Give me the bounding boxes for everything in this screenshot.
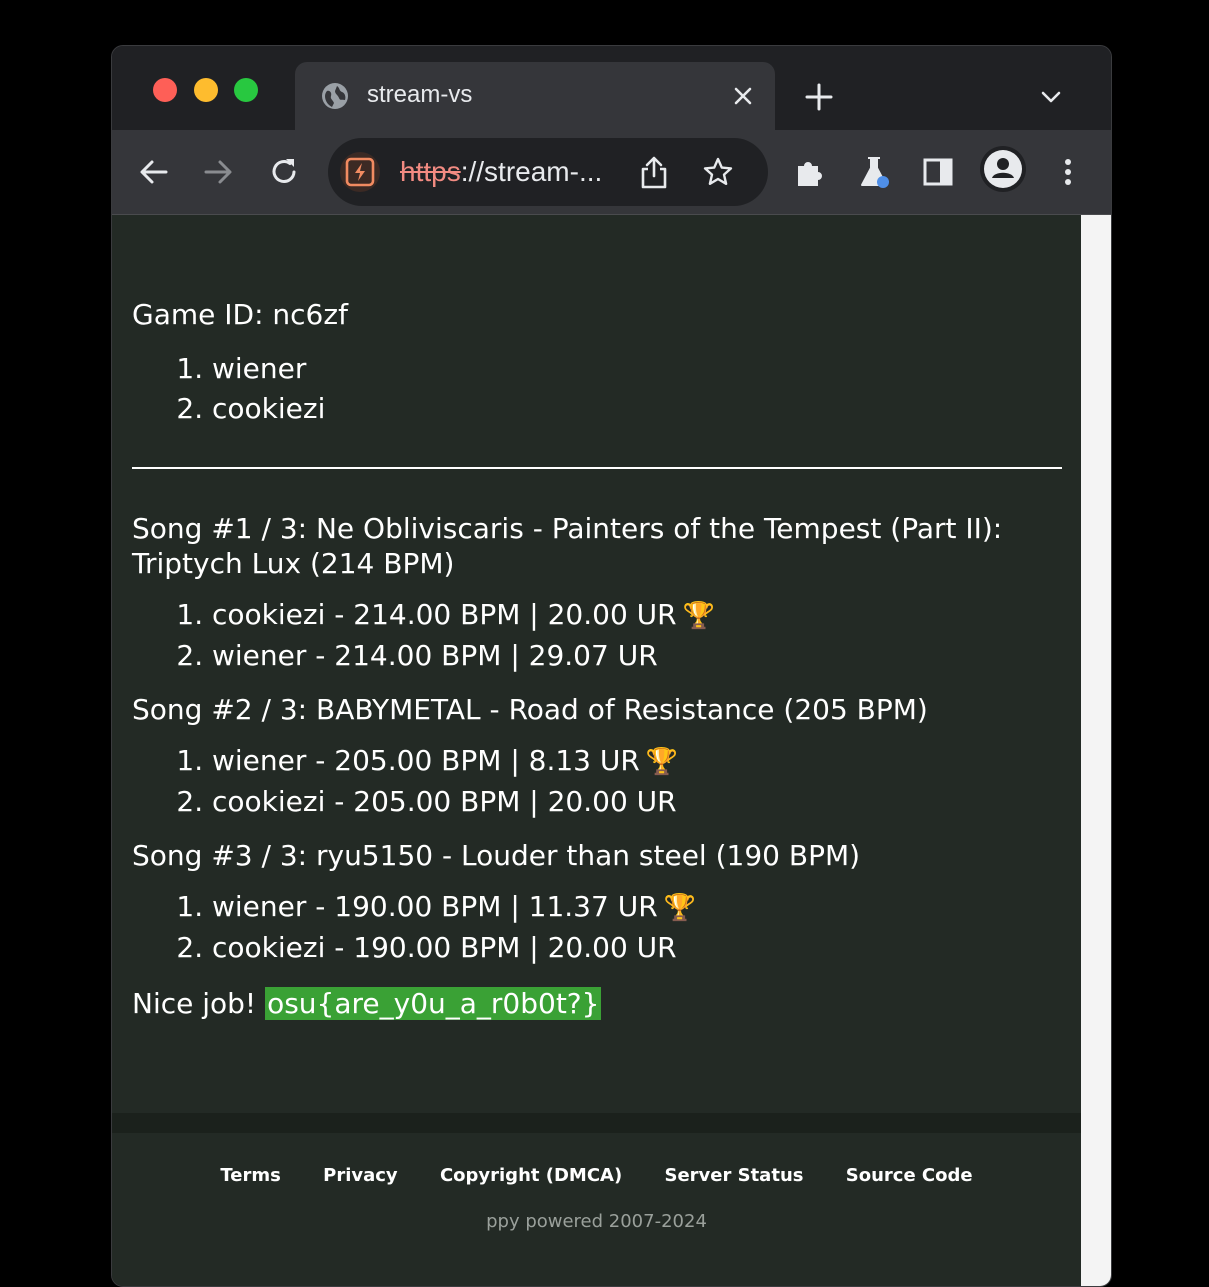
bookmark-star-icon[interactable] — [702, 156, 734, 188]
result-text: wiener - 205.00 BPM | 8.13 UR — [212, 744, 640, 777]
song-results: cookiezi - 214.00 BPM | 20.00 UR🏆 wiener… — [132, 595, 1062, 676]
footer-link-terms[interactable]: Terms — [220, 1165, 280, 1186]
browser-toolbar: https://stream-... — [112, 130, 1111, 215]
footer-separator — [112, 1113, 1081, 1133]
side-panel-icon[interactable] — [920, 154, 956, 190]
back-arrow-icon[interactable] — [136, 154, 172, 190]
not-secure-icon[interactable] — [340, 152, 380, 192]
result-item: wiener - 214.00 BPM | 29.07 UR — [212, 636, 1062, 676]
divider — [132, 467, 1062, 469]
trophy-icon: 🏆 — [663, 893, 697, 923]
nice-job-message: Nice job! osu{are_y0u_a_r0b0t?} — [132, 984, 1062, 1024]
minimize-window-button[interactable] — [194, 78, 218, 102]
browser-window: stream-vs https://stream-... Game ID: nc… — [111, 45, 1112, 1287]
flag-text: osu{are_y0u_a_r0b0t?} — [265, 987, 602, 1020]
footer-links: Terms Privacy Copyright (DMCA) Server St… — [112, 1165, 1081, 1186]
result-text: cookiezi - 190.00 BPM | 20.00 UR — [212, 931, 677, 964]
extensions-puzzle-icon[interactable] — [792, 154, 828, 190]
labs-flask-icon[interactable] — [856, 154, 892, 190]
result-item: cookiezi - 205.00 BPM | 20.00 UR — [212, 782, 1062, 822]
player-item: wiener — [212, 349, 1062, 389]
trophy-icon: 🏆 — [645, 747, 679, 777]
tab-strip: stream-vs — [112, 46, 1111, 130]
result-text: cookiezi - 205.00 BPM | 20.00 UR — [212, 785, 677, 818]
url-rest: ://stream-... — [460, 156, 603, 187]
tab-title: stream-vs — [367, 81, 473, 108]
profile-avatar-button[interactable] — [980, 146, 1026, 192]
reload-icon[interactable] — [266, 154, 302, 190]
person-icon — [984, 150, 1022, 188]
new-tab-plus-icon[interactable] — [804, 82, 834, 112]
song-title: Song #1 / 3: Ne Obliviscaris - Painters … — [132, 512, 1003, 580]
result-text: wiener - 214.00 BPM | 29.07 UR — [212, 639, 658, 672]
tab-stream-vs[interactable]: stream-vs — [295, 62, 775, 130]
footer-link-source-code[interactable]: Source Code — [846, 1165, 973, 1186]
result-text: wiener - 190.00 BPM | 11.37 UR — [212, 890, 658, 923]
result-item: wiener - 190.00 BPM | 11.37 UR🏆 — [212, 887, 1062, 928]
url-text[interactable]: https://stream-... — [400, 156, 602, 188]
result-item: cookiezi - 190.00 BPM | 20.00 UR — [212, 928, 1062, 968]
scrollbar[interactable] — [1081, 215, 1111, 1286]
share-icon[interactable] — [638, 154, 670, 190]
result-text: cookiezi - 214.00 BPM | 20.00 UR — [212, 598, 677, 631]
address-bar[interactable]: https://stream-... — [328, 138, 768, 206]
footer-link-privacy[interactable]: Privacy — [323, 1165, 398, 1186]
result-item: wiener - 205.00 BPM | 8.13 UR🏆 — [212, 741, 1062, 782]
player-item: cookiezi — [212, 389, 1062, 429]
trophy-icon: 🏆 — [682, 601, 715, 631]
url-scheme: https — [400, 156, 461, 187]
page-content: Game ID: nc6zf wiener cookiezi Song #1 /… — [112, 215, 1081, 1286]
footer-link-copyright[interactable]: Copyright (DMCA) — [440, 1165, 622, 1186]
kebab-menu-icon[interactable] — [1050, 154, 1086, 190]
result-item: cookiezi - 214.00 BPM | 20.00 UR🏆 — [212, 595, 1062, 636]
close-tab-icon[interactable] — [731, 84, 755, 108]
zoom-window-button[interactable] — [234, 78, 258, 102]
close-window-button[interactable] — [153, 78, 177, 102]
nice-job-text: Nice job! — [132, 987, 257, 1020]
song-title: Song #2 / 3: BABYMETAL - Road of Resista… — [132, 693, 928, 726]
song-results: wiener - 205.00 BPM | 8.13 UR🏆 cookiezi … — [132, 741, 1062, 822]
game-id: Game ID: nc6zf — [132, 298, 348, 331]
globe-icon — [322, 83, 348, 109]
forward-arrow-icon[interactable] — [200, 154, 236, 190]
player-list: wiener cookiezi — [132, 349, 1062, 429]
footer: Terms Privacy Copyright (DMCA) Server St… — [112, 1133, 1081, 1286]
chevron-down-icon[interactable] — [1038, 84, 1064, 110]
song-title: Song #3 / 3: ryu5150 - Louder than steel… — [132, 839, 861, 872]
footer-link-server-status[interactable]: Server Status — [664, 1165, 803, 1186]
song-results: wiener - 190.00 BPM | 11.37 UR🏆 cookiezi… — [132, 887, 1062, 968]
game-results: Game ID: nc6zf wiener cookiezi Song #1 /… — [132, 295, 1062, 1024]
footer-copyright: ppy powered 2007-2024 — [486, 1211, 707, 1232]
